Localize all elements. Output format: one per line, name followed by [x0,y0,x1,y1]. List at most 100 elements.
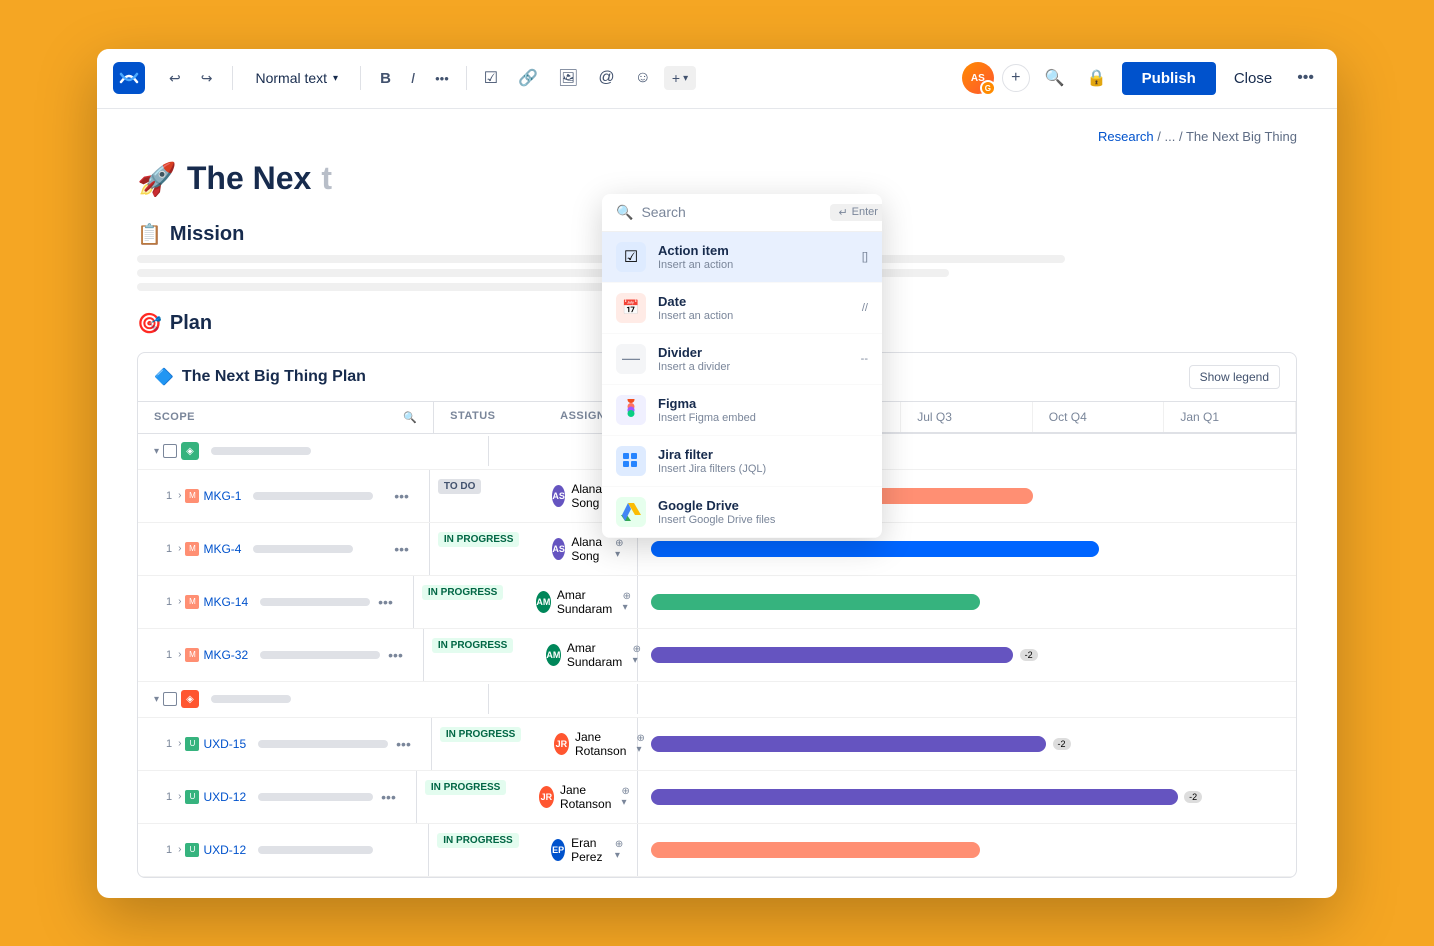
enter-icon: ↵ [838,206,847,219]
row-text [258,793,373,801]
expand-icon[interactable]: › [178,543,181,554]
divider-shortcut: -- [861,353,868,365]
dropdown-item-divider[interactable]: — Divider Insert a divider -- [602,334,882,385]
table-row: 1 › U UXD-12 ••• IN PROGRESS JR [138,771,1296,824]
search-icon-scope[interactable]: 🔍 [403,411,417,424]
row-left: 1 › U UXD-12 ••• IN PROGRESS JR [138,771,638,823]
row-right [638,846,1296,854]
undo-redo-group: ↩ ↪ [161,64,220,93]
image-button[interactable]: 🖼 [551,63,585,93]
row-num: 1 [166,791,172,803]
expand-icon[interactable]: ▾ [154,446,159,457]
assignee-expand[interactable]: ⊕ ▾ [615,839,625,861]
issue-key[interactable]: MKG-14 [203,595,248,609]
add-collaborator-button[interactable]: + [1002,64,1030,92]
confluence-logo[interactable] [113,62,145,94]
user-avatar-group: AS G [962,62,994,94]
drive-text: Google Drive Insert Google Drive files [658,498,868,526]
more-options-button[interactable]: ••• [1290,64,1321,92]
row-checkbox[interactable] [163,444,177,458]
more-button[interactable]: ••• [384,647,407,663]
show-legend-button[interactable]: Show legend [1189,365,1280,389]
assignee-expand[interactable]: ⊕ ▾ [615,538,625,560]
issue-type-icon: U [185,737,199,751]
divider-1 [232,66,233,90]
assignee-info: AM Amar Sundaram ⊕ ▾ [538,635,652,675]
text-style-dropdown[interactable]: Normal text ▾ [245,64,348,92]
dropdown-item-jira[interactable]: Jira filter Insert Jira filters (JQL) [602,436,882,487]
text-style-label: Normal text [255,70,327,86]
bold-button[interactable]: B [373,65,398,92]
close-button[interactable]: Close [1224,64,1282,93]
assignee-expand[interactable]: ⊕ ▾ [623,591,634,613]
row-right [638,598,1296,606]
italic-button[interactable]: I [404,65,422,92]
insert-plus-button[interactable]: + ▾ [664,66,696,90]
search-input[interactable] [641,204,822,220]
more-button[interactable]: ••• [390,488,413,504]
status-badge: IN PROGRESS [432,638,513,653]
undo-button[interactable]: ↩ [161,64,189,93]
expand-icon[interactable]: › [178,649,181,660]
search-button[interactable]: 🔍 [1038,63,1072,93]
lock-button[interactable]: 🔒 [1080,63,1114,93]
more-format-button[interactable]: ••• [428,66,456,91]
link-button[interactable]: 🔗 [511,63,545,93]
expand-icon[interactable]: › [178,738,181,749]
expand-icon[interactable]: › [178,844,181,855]
issue-key[interactable]: UXD-12 [203,843,246,857]
assignee-avatar: AM [546,644,561,666]
issue-key[interactable]: MKG-32 [203,648,248,662]
row-num: 1 [166,490,172,502]
lock-icon: 🔒 [1087,68,1107,88]
issue-key[interactable]: MKG-4 [203,542,241,556]
redo-button[interactable]: ↪ [193,64,221,93]
redo-icon: ↪ [201,70,213,87]
dropdown-item-date[interactable]: 📅 Date Insert an action // [602,283,882,334]
gantt-bar [651,789,1177,805]
row-left: ▾ ◈ [138,684,638,714]
divider-2 [360,66,361,90]
more-button[interactable]: ••• [374,594,397,610]
expand-icon[interactable]: › [178,490,181,501]
row-text [211,695,291,703]
assignee-expand[interactable]: ⊕ ▾ [622,786,633,808]
row-text [260,651,380,659]
assignee-cell [599,684,637,714]
expand-icon[interactable]: ▾ [154,694,159,705]
search-icon: 🔍 [1045,68,1065,88]
chevron-down-icon: ▾ [333,73,338,84]
action-item-text: Action item Insert an action [658,243,850,271]
more-button[interactable]: ••• [390,541,413,557]
row-num: 1 [166,844,172,856]
emoji-button[interactable]: ☺ [628,64,658,92]
issue-key[interactable]: UXD-12 [203,790,246,804]
issue-key[interactable]: UXD-15 [203,737,246,751]
status-cell: IN PROGRESS [424,629,534,681]
expand-icon[interactable]: › [178,791,181,802]
row-text [211,447,311,455]
row-left: 1 › U UXD-15 ••• IN PROGRESS JR [138,718,638,770]
row-fields: IN PROGRESS JR Jane Rotanson ⊕ ▾ [416,771,645,823]
dropdown-item-figma[interactable]: Figma Insert Figma embed [602,385,882,436]
mention-button[interactable]: @ [591,64,621,92]
assignee-avatar: AM [536,591,551,613]
status-badge: IN PROGRESS [422,585,503,600]
title-text: The Nex [187,160,311,197]
dropdown-item-drive[interactable]: Google Drive Insert Google Drive files [602,487,882,538]
more-button[interactable]: ••• [392,736,415,752]
divider-icon: — [616,344,646,374]
breadcrumb-research[interactable]: Research [1098,129,1154,144]
dropdown-item-action[interactable]: ☑ Action item Insert an action [] [602,232,882,283]
row-text [260,598,370,606]
expand-icon[interactable]: › [178,596,181,607]
more-button[interactable]: ••• [377,789,400,805]
row-checkbox[interactable] [163,692,177,706]
status-cell: IN PROGRESS [414,576,524,628]
row-scope: 1 › U UXD-15 ••• [138,718,431,770]
issue-key[interactable]: MKG-1 [203,489,241,503]
publish-button[interactable]: Publish [1122,62,1216,95]
task-button[interactable]: ☑ [477,63,505,93]
table-row: 1 › U UXD-12 IN PROGRESS EP E [138,824,1296,877]
issue-type-icon: M [185,648,199,662]
